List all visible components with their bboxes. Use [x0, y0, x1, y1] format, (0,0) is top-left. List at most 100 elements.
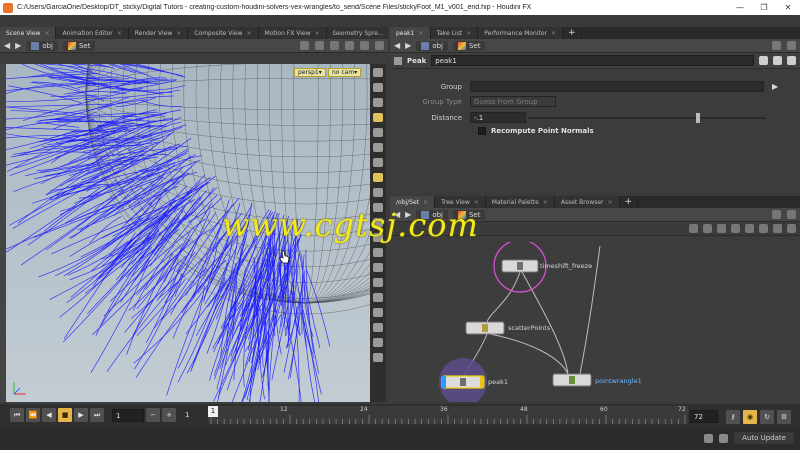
path-obj[interactable]: obj: [416, 40, 448, 51]
template-icon[interactable]: [373, 308, 383, 317]
camera-icon[interactable]: [373, 158, 383, 167]
minimize-button[interactable]: —: [728, 3, 752, 12]
close-icon[interactable]: ×: [315, 30, 320, 37]
persp-camera-menu[interactable]: persp1▾: [294, 68, 326, 77]
tab-animation-editor[interactable]: Animation Editor ×: [56, 27, 129, 39]
snap-icon[interactable]: [373, 98, 383, 107]
end-frame-field[interactable]: 72: [690, 410, 718, 423]
layout-icon[interactable]: [717, 224, 726, 233]
frame-increment-button[interactable]: +: [162, 408, 176, 422]
realtime-toggle-icon[interactable]: ◉: [743, 410, 757, 424]
close-icon[interactable]: ×: [176, 30, 181, 37]
tab-take-list[interactable]: Take List ×: [430, 27, 479, 39]
path-set[interactable]: Set: [452, 40, 486, 51]
maximize-button[interactable]: ❐: [752, 3, 776, 12]
brush-icon[interactable]: [373, 263, 383, 272]
group-type-menu[interactable]: Guess from Group: [470, 96, 556, 107]
close-icon[interactable]: ×: [117, 30, 122, 37]
tab-motion-fx-view[interactable]: Motion FX View ×: [258, 27, 327, 39]
peak-display-flag[interactable]: [442, 376, 446, 388]
play-reverse-button[interactable]: ◀: [42, 408, 56, 422]
step-back-button[interactable]: ⏪: [26, 408, 40, 422]
network-editor-canvas[interactable]: timeshift_freeze scatterPoints peak1 poi…: [390, 242, 800, 402]
frame-decrement-button[interactable]: −: [146, 408, 160, 422]
align-icon[interactable]: [703, 224, 712, 233]
distance-field[interactable]: -.1: [470, 112, 526, 123]
uv-icon[interactable]: [373, 338, 383, 347]
tab-geometry-spreadsheet[interactable]: Geometry Spre...×: [326, 27, 388, 39]
close-icon[interactable]: ×: [44, 30, 49, 37]
background-icon[interactable]: [373, 188, 383, 197]
distance-slider-knob[interactable]: [696, 112, 701, 123]
gear-icon[interactable]: [759, 56, 768, 65]
close-icon[interactable]: ×: [466, 30, 471, 37]
no-cam-menu[interactable]: no cam▾: [328, 68, 362, 77]
cube-icon[interactable]: [330, 41, 339, 50]
pin-icon[interactable]: [772, 210, 781, 219]
close-icon[interactable]: ×: [423, 199, 428, 206]
forward-arrow-icon[interactable]: ▶: [15, 41, 21, 50]
jump-to-end-button[interactable]: ⏭: [90, 408, 104, 422]
wireframe-icon[interactable]: [373, 248, 383, 257]
color-palette-icon[interactable]: [745, 224, 754, 233]
tab-material-palette[interactable]: Material Palette ×: [485, 196, 555, 208]
tab-asset-browser[interactable]: Asset Browser ×: [554, 196, 620, 208]
group-field[interactable]: [470, 81, 764, 92]
lock-icon[interactable]: [373, 83, 383, 92]
ghost-icon[interactable]: [373, 143, 383, 152]
tab-performance-monitor[interactable]: Performance Monitor ×: [478, 27, 564, 39]
start-frame-field[interactable]: 1: [112, 408, 144, 422]
close-icon[interactable]: ×: [474, 199, 479, 206]
primitives-icon[interactable]: [373, 278, 383, 287]
export-icon[interactable]: [373, 353, 383, 362]
tab-render-view[interactable]: Render View ×: [128, 27, 189, 39]
link-icon[interactable]: [787, 41, 796, 50]
update-mode-icon[interactable]: [719, 433, 729, 443]
node-name-field[interactable]: peak1: [431, 55, 754, 66]
recompute-normals-checkbox[interactable]: [478, 127, 486, 135]
peak-template-flag[interactable]: [480, 376, 484, 388]
hull-icon[interactable]: [373, 323, 383, 332]
link-icon[interactable]: [315, 41, 324, 50]
key-icon[interactable]: ⚷: [726, 410, 740, 424]
current-frame-field[interactable]: 1: [182, 409, 208, 422]
current-frame-marker[interactable]: 1: [208, 406, 218, 417]
forward-arrow-icon[interactable]: ▶: [405, 41, 411, 50]
link-icon[interactable]: [787, 210, 796, 219]
distance-slider[interactable]: [528, 112, 766, 123]
display-options-icon[interactable]: [345, 41, 354, 50]
bounding-box-icon[interactable]: [373, 293, 383, 302]
add-tab-button[interactable]: +: [620, 196, 639, 208]
close-icon[interactable]: ×: [247, 30, 252, 37]
path-obj[interactable]: obj: [26, 40, 58, 51]
grid-icon[interactable]: [731, 224, 740, 233]
tab-scene-view[interactable]: Scene View ×: [0, 27, 57, 39]
close-icon[interactable]: ×: [543, 199, 548, 206]
info-icon[interactable]: [787, 56, 796, 65]
frame-ruler[interactable]: 1 12 24 36 48 60 72: [208, 406, 688, 424]
add-tab-button[interactable]: +: [563, 27, 582, 39]
pin-icon[interactable]: [772, 41, 781, 50]
play-button[interactable]: ▶: [74, 408, 88, 422]
close-button[interactable]: ✕: [776, 3, 800, 12]
auto-update-menu[interactable]: Auto Update: [734, 432, 794, 444]
shape-palette-icon[interactable]: [759, 224, 768, 233]
tab-composite-view[interactable]: Composite View ×: [188, 27, 259, 39]
shading-icon[interactable]: [373, 173, 383, 182]
grid-icon[interactable]: [360, 41, 369, 50]
playback-options-icon[interactable]: ↻: [760, 410, 774, 424]
display-icon[interactable]: [373, 113, 383, 122]
list-icon[interactable]: [689, 224, 698, 233]
pane-menu-icon[interactable]: [375, 41, 384, 50]
display-icon[interactable]: [787, 224, 796, 233]
back-arrow-icon[interactable]: ◀: [4, 41, 10, 50]
close-icon[interactable]: ×: [607, 199, 612, 206]
close-icon[interactable]: ×: [551, 30, 556, 37]
stop-button[interactable]: ■: [58, 408, 72, 422]
group-menu-arrow-icon[interactable]: ▶: [772, 82, 778, 91]
help-icon[interactable]: [773, 56, 782, 65]
path-set[interactable]: Set: [62, 40, 96, 51]
global-animation-options-icon[interactable]: ⚙: [777, 410, 791, 424]
pin-icon[interactable]: [300, 41, 309, 50]
tab-peak1[interactable]: peak1 ×: [390, 27, 431, 39]
